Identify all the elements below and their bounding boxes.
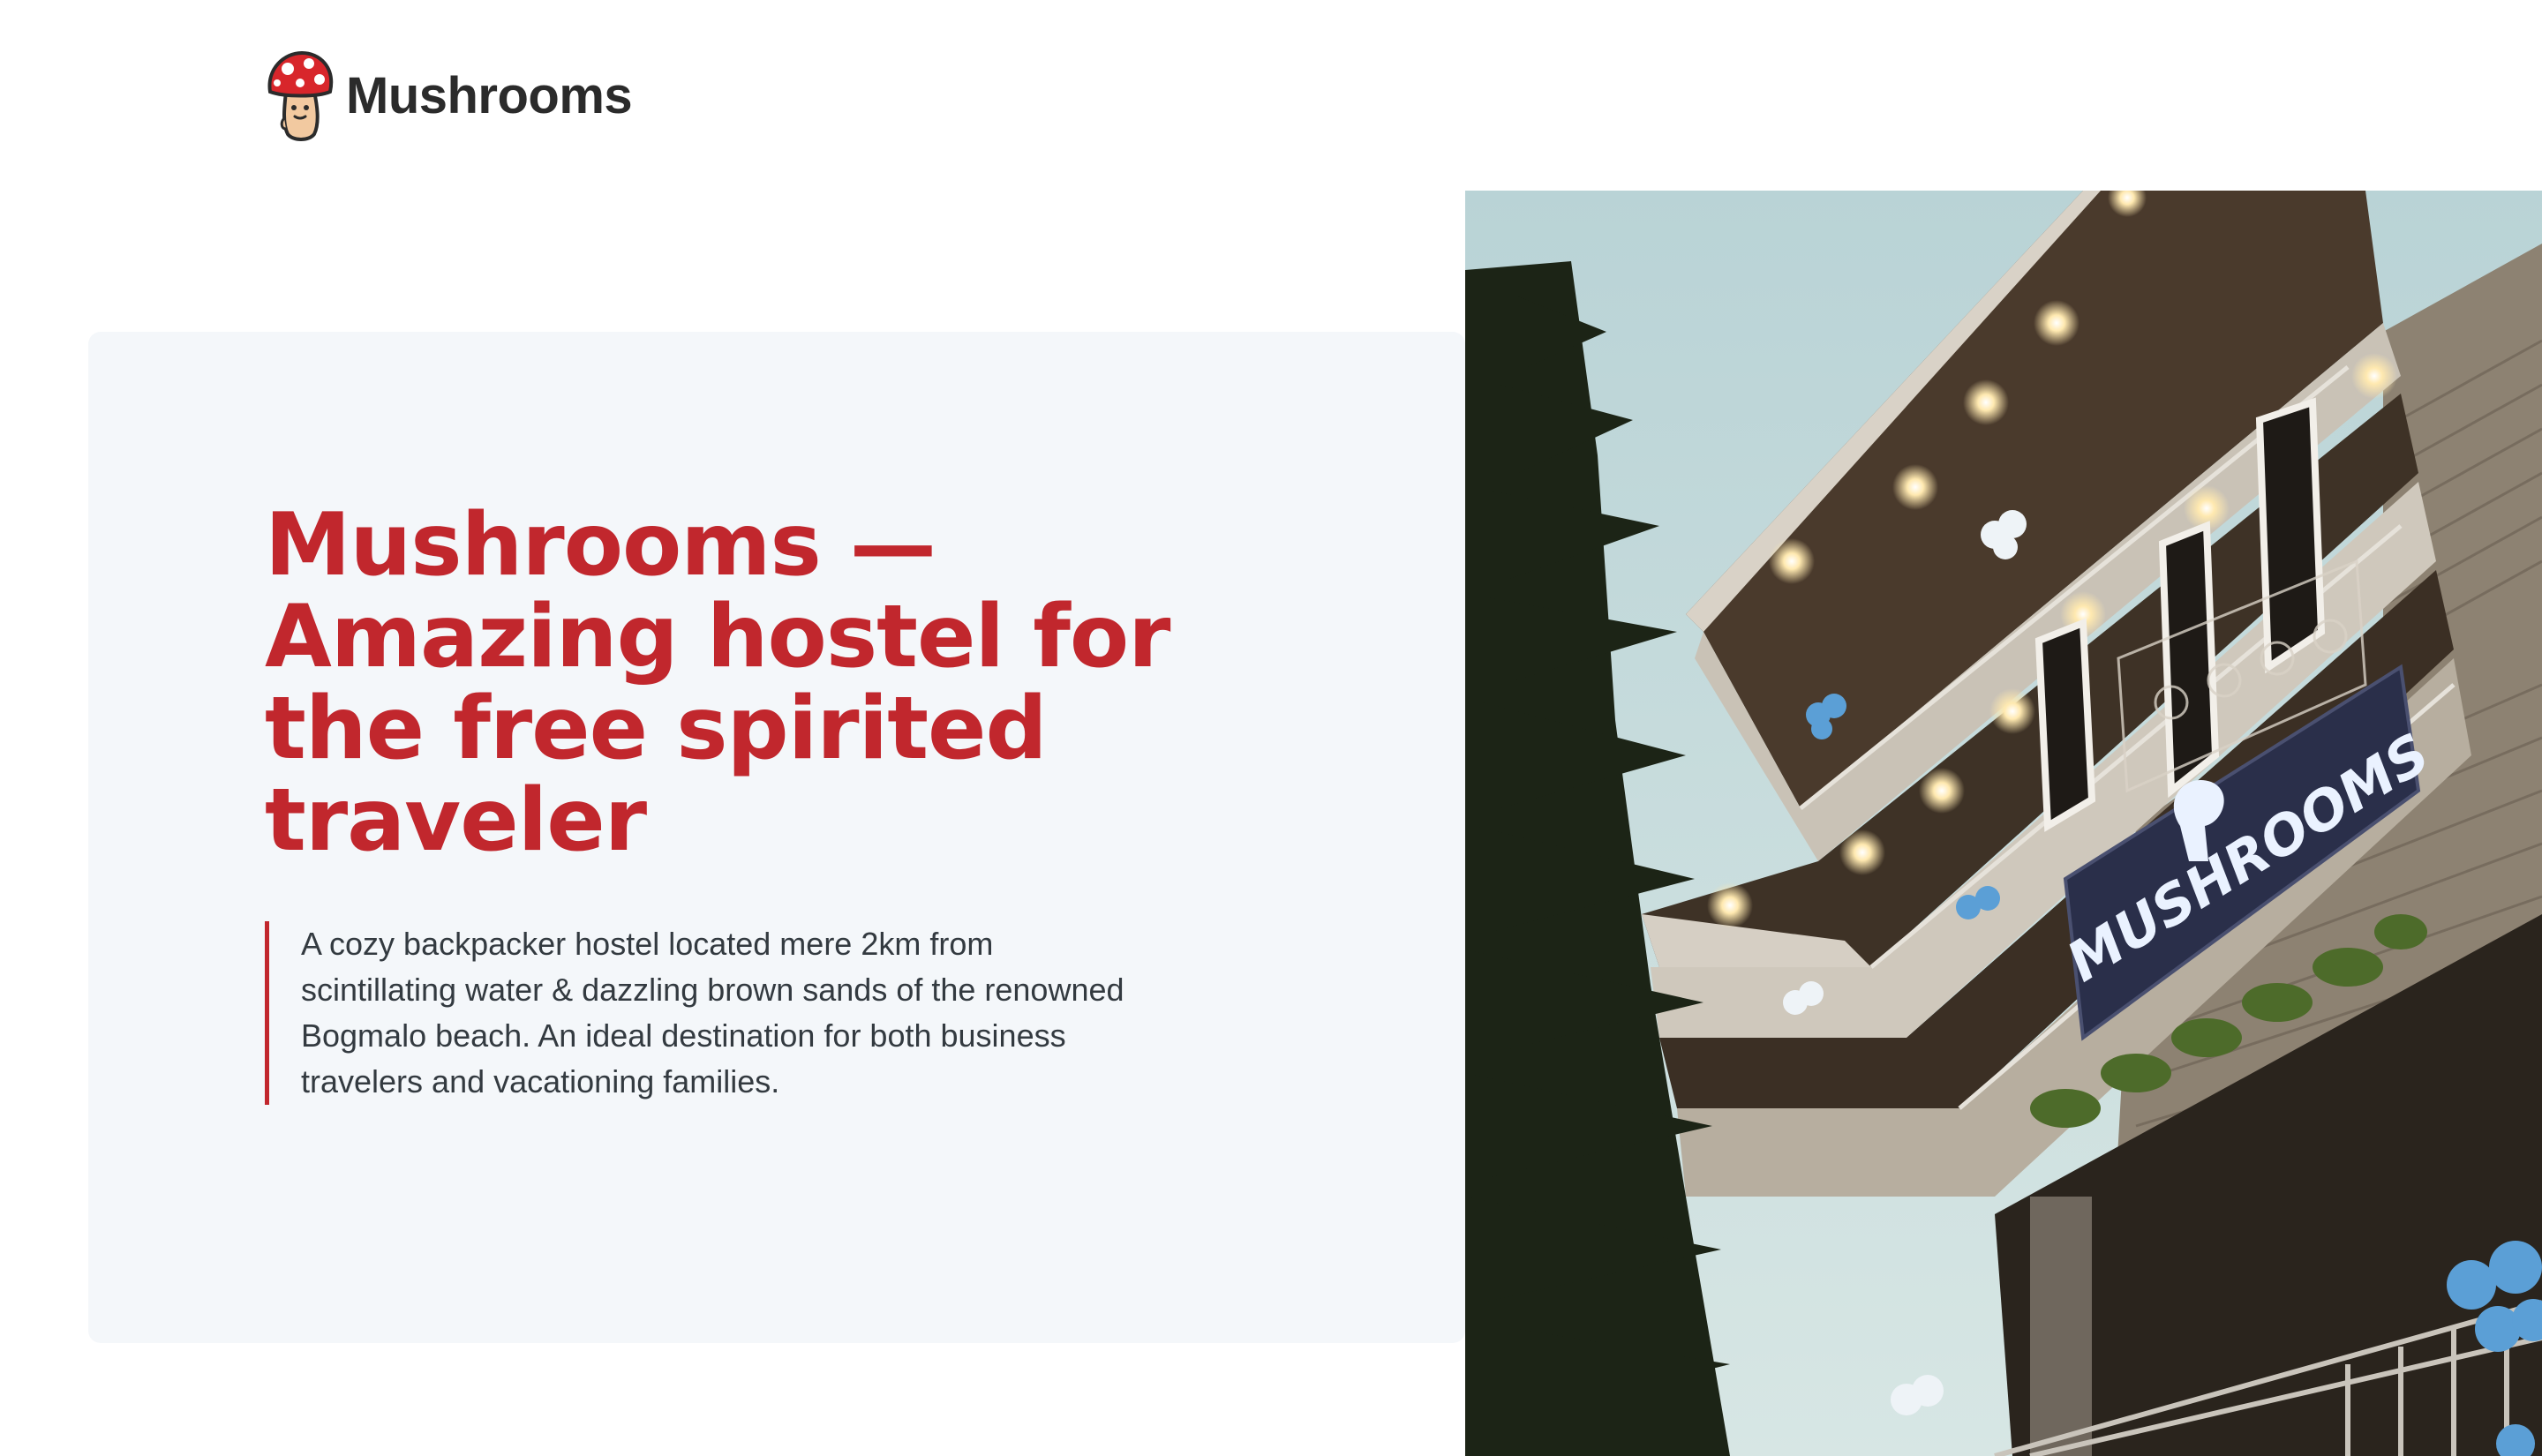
page: Mushrooms Mushrooms — Amazing hostel for… <box>0 0 2542 1456</box>
brand-name: Mushrooms <box>346 66 633 124</box>
brand-logo-link[interactable]: Mushrooms <box>265 49 633 141</box>
hostel-photo: MUSHROOMS <box>1465 191 2542 1456</box>
hostel-building-illustration: MUSHROOMS <box>1465 191 2542 1456</box>
hero-description: A cozy backpacker hostel located mere 2k… <box>265 921 1131 1105</box>
mushroom-mascot-icon <box>267 50 334 141</box>
hero-title: Mushrooms — Amazing hostel for the free … <box>265 495 1171 871</box>
